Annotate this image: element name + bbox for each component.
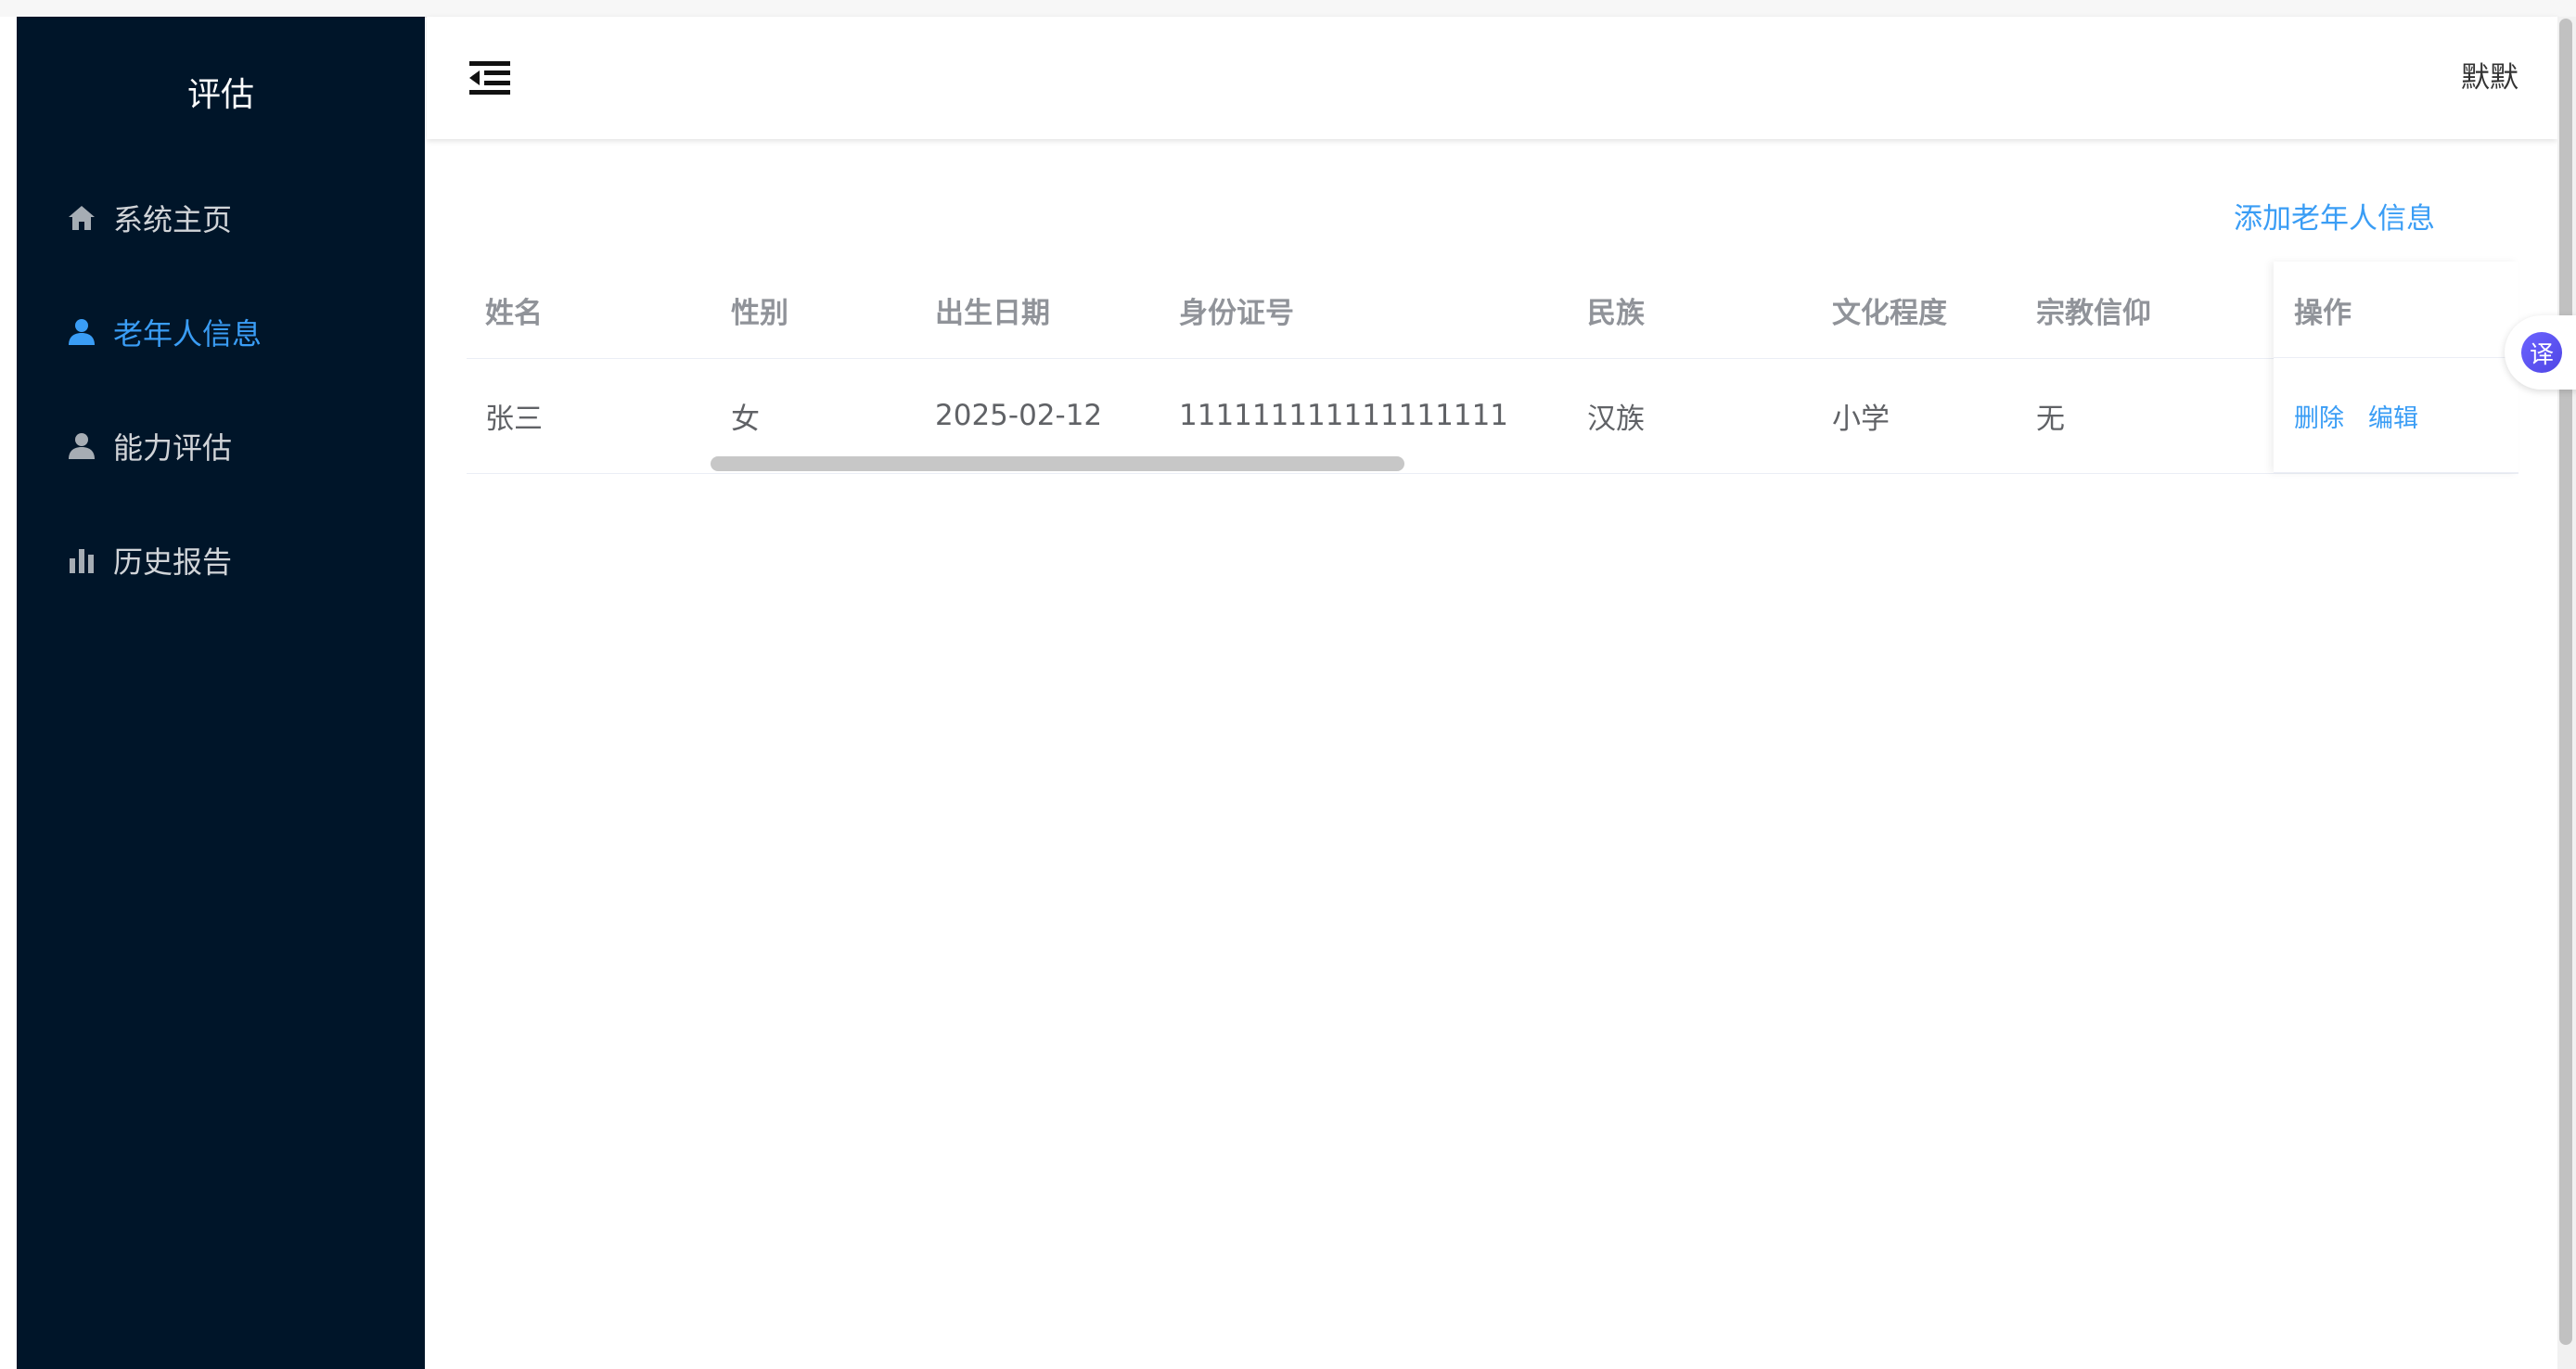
sidebar-item-ability-assessment[interactable]: 能力评估 [17,409,425,483]
user-icon [65,429,98,463]
page-scrollbar[interactable] [2559,19,2572,1345]
sidebar-item-label: 能力评估 [113,430,233,466]
translate-icon: 译 [2521,332,2562,373]
app-title: 评估 [186,76,254,114]
user-icon [65,315,98,349]
row-actions: 删除 编辑 [2294,358,2442,473]
sidebar-item-elderly-info[interactable]: 老年人信息 [17,295,425,369]
cell-education: 小学 [1832,402,1890,436]
add-elderly-info-button[interactable]: 添加老年人信息 [2234,198,2435,239]
translate-button[interactable]: 译 [2505,315,2576,390]
cell-name: 张三 [485,402,543,436]
column-header-birth: 出生日期 [935,296,1050,330]
bar-chart-icon [65,544,98,577]
sidebar-item-label: 老年人信息 [113,316,263,352]
column-header-name: 姓名 [485,296,543,330]
table-horizontal-scrollbar[interactable] [711,456,1404,471]
column-header-religion: 宗教信仰 [2036,296,2151,330]
delete-button[interactable]: 删除 [2294,398,2344,434]
sidebar: 评估 系统主页 老年人信息 能力评估 历史报告 [17,17,425,1369]
sidebar-item-history-reports[interactable]: 历史报告 [17,523,425,597]
actions-column: 操作 删除 编辑 [2274,262,2518,473]
column-header-gender: 性别 [731,296,788,330]
user-name[interactable]: 默默 [2461,58,2518,98]
browser-top-strip [0,0,2576,18]
home-icon [65,201,98,235]
app-page: 评估 系统主页 老年人信息 能力评估 历史报告 默默 添加老年人信息 姓名 性别… [0,0,2576,1369]
cell-religion: 无 [2036,402,2065,436]
column-header-education: 文化程度 [1832,296,1947,330]
top-header: 默默 [427,17,2557,139]
edit-button[interactable]: 编辑 [2368,398,2418,434]
sidebar-item-label: 系统主页 [113,202,233,237]
column-header-ethnicity: 民族 [1587,296,1645,330]
column-header-id-number: 身份证号 [1179,296,1294,330]
table-header: 姓名 性别 出生日期 身份证号 民族 文化程度 宗教信仰 [467,262,2518,359]
divider [2274,472,2518,473]
browser-left-strip [0,17,17,1369]
elderly-table: 姓名 性别 出生日期 身份证号 民族 文化程度 宗教信仰 张三 女 2025-0… [467,262,2518,475]
sidebar-item-home[interactable]: 系统主页 [17,181,425,255]
column-header-actions: 操作 [2294,296,2352,330]
sidebar-item-label: 历史报告 [113,544,233,580]
menu-fold-icon[interactable] [469,59,510,96]
cell-ethnicity: 汉族 [1587,402,1645,436]
